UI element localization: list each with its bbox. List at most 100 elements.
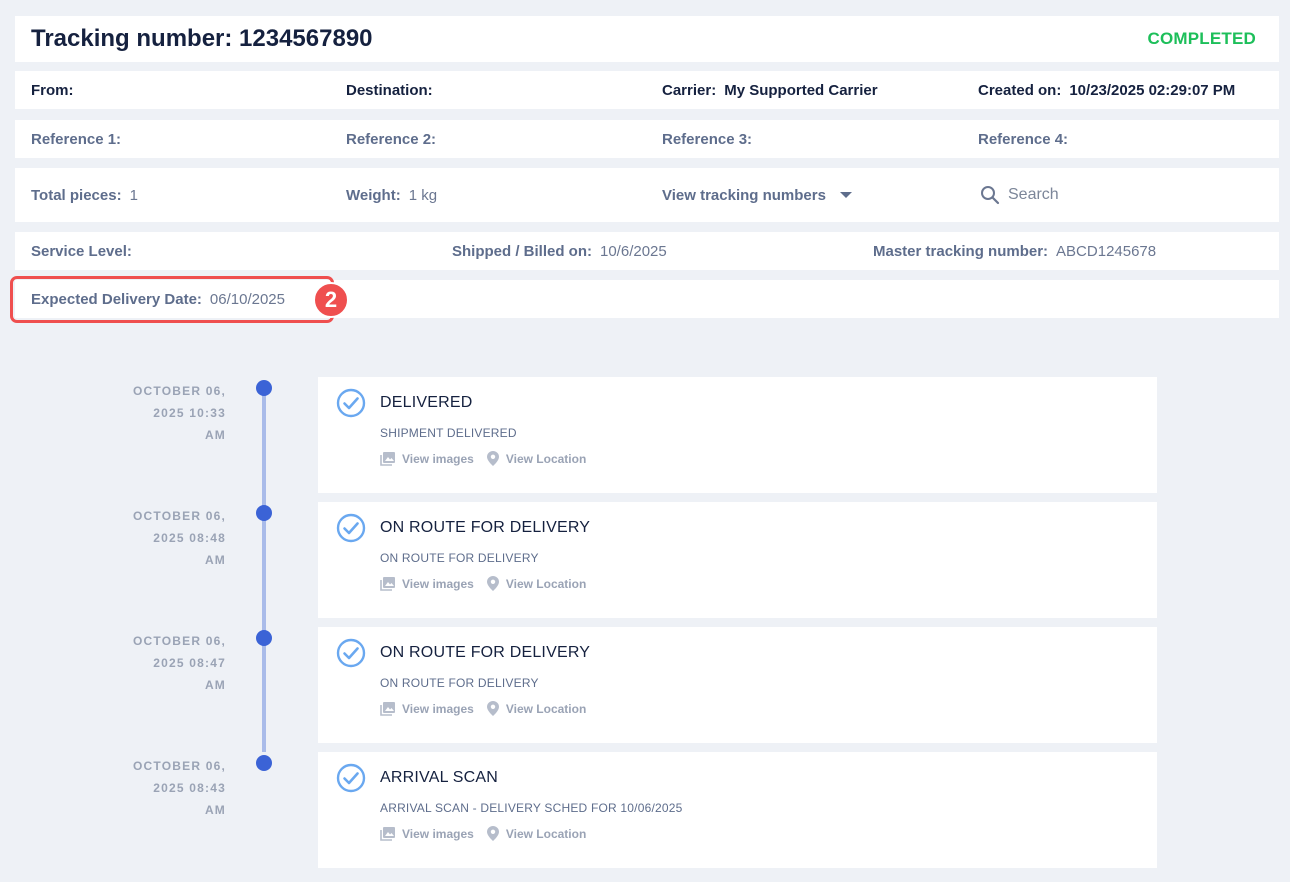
search-input[interactable] [1008, 186, 1228, 204]
event-date: OCTOBER 06, 2025 08:47 AM [86, 630, 226, 696]
tracking-header: Tracking number: 1234567890 COMPLETED [15, 16, 1279, 62]
location-pin-icon [486, 701, 499, 716]
master-tracking-value: ABCD1245678 [1056, 242, 1157, 260]
page-title: Tracking number: 1234567890 [31, 25, 373, 52]
view-images-label: View images [402, 826, 474, 841]
check-circle-icon [336, 513, 366, 543]
images-icon [380, 701, 395, 716]
event-description: ON ROUTE FOR DELIVERY [380, 551, 539, 565]
timeline-event: OCTOBER 06, 2025 10:33 AM DELIVERED SHIP… [0, 377, 1290, 493]
created-on-label: Created on: [978, 81, 1062, 99]
check-circle-icon [336, 763, 366, 793]
event-date: OCTOBER 06, 2025 08:43 AM [86, 755, 226, 821]
from-label: From: [31, 81, 74, 99]
event-date-line: 2025 10:33 [153, 406, 226, 420]
view-location-link[interactable]: View Location [486, 701, 587, 716]
shipment-info-row: From: Destination: Carrier: My Supported… [15, 71, 1279, 109]
status-badge: COMPLETED [1147, 29, 1256, 48]
total-pieces-field: Total pieces: 1 [31, 168, 138, 222]
destination-field: Destination: [346, 71, 441, 109]
view-location-link[interactable]: View Location [486, 826, 587, 841]
view-location-link[interactable]: View Location [486, 451, 587, 466]
view-images-link[interactable]: View images [380, 451, 474, 466]
event-date: OCTOBER 06, 2025 08:48 AM [86, 505, 226, 571]
reference-2-field: Reference 2: [346, 120, 444, 158]
timeline-dot [256, 380, 272, 396]
check-circle-icon [336, 638, 366, 668]
carrier-label: Carrier: [662, 81, 717, 99]
event-card: ON ROUTE FOR DELIVERY ON ROUTE FOR DELIV… [318, 502, 1157, 618]
service-level-label: Service Level: [31, 242, 132, 260]
view-location-label: View Location [505, 826, 587, 841]
service-level-field: Service Level: [31, 232, 140, 270]
created-on-value: 10/23/2025 02:29:07 PM [1069, 81, 1236, 99]
event-description: SHIPMENT DELIVERED [380, 426, 517, 440]
reference-4-field: Reference 4: [978, 120, 1076, 158]
from-field: From: [31, 71, 82, 109]
annotation-number-badge: 2 [313, 282, 349, 318]
search-icon [981, 186, 1000, 205]
event-links: View images View Location [380, 451, 599, 466]
event-date-line: AM [204, 428, 226, 442]
images-icon [380, 576, 395, 591]
location-pin-icon [486, 451, 499, 466]
weight-label: Weight: [346, 186, 401, 204]
search-box[interactable] [980, 185, 1228, 205]
timeline-dot [256, 755, 272, 771]
event-date-line: AM [204, 678, 226, 692]
event-description: ON ROUTE FOR DELIVERY [380, 676, 539, 690]
view-location-label: View Location [505, 701, 587, 716]
caret-down-icon [839, 192, 852, 198]
view-location-label: View Location [505, 576, 587, 591]
view-images-link[interactable]: View images [380, 826, 474, 841]
shipped-billed-value: 10/6/2025 [600, 242, 667, 260]
check-circle-icon [336, 388, 366, 418]
reference-3-field: Reference 3: [662, 120, 760, 158]
reference-3-label: Reference 3: [662, 130, 753, 148]
reference-1-field: Reference 1: [31, 120, 129, 158]
event-date-line: 2025 08:43 [153, 781, 226, 795]
view-tracking-numbers-dropdown[interactable]: View tracking numbers [662, 187, 852, 204]
event-title: ON ROUTE FOR DELIVERY [380, 519, 591, 536]
event-date-line: OCTOBER 06, [133, 759, 226, 773]
view-location-link[interactable]: View Location [486, 576, 587, 591]
master-tracking-field: Master tracking number: ABCD1245678 [873, 232, 1156, 270]
event-links: View images View Location [380, 576, 599, 591]
timeline-event: OCTOBER 06, 2025 08:48 AM ON ROUTE FOR D… [0, 502, 1290, 618]
event-title: ON ROUTE FOR DELIVERY [380, 644, 591, 661]
view-images-label: View images [402, 701, 474, 716]
timeline-event: OCTOBER 06, 2025 08:47 AM ON ROUTE FOR D… [0, 627, 1290, 743]
event-date-line: OCTOBER 06, [133, 384, 226, 398]
carrier-field: Carrier: My Supported Carrier [662, 71, 878, 109]
event-date-line: 2025 08:48 [153, 531, 226, 545]
view-images-label: View images [402, 451, 474, 466]
event-date-line: AM [204, 553, 226, 567]
carrier-value: My Supported Carrier [724, 81, 878, 99]
search-field [980, 168, 1228, 222]
event-links: View images View Location [380, 701, 599, 716]
total-pieces-value: 1 [129, 186, 138, 204]
event-links: View images View Location [380, 826, 599, 841]
reference-1-label: Reference 1: [31, 130, 122, 148]
view-images-link[interactable]: View images [380, 576, 474, 591]
total-pieces-label: Total pieces: [31, 186, 122, 204]
event-card: DELIVERED SHIPMENT DELIVERED View images… [318, 377, 1157, 493]
view-images-link[interactable]: View images [380, 701, 474, 716]
tracking-numbers-dropdown-field: View tracking numbers [662, 168, 852, 222]
images-icon [380, 451, 395, 466]
weight-value: 1 kg [408, 186, 438, 204]
event-date-line: OCTOBER 06, [133, 634, 226, 648]
master-tracking-label: Master tracking number: [873, 242, 1049, 260]
service-row: Service Level: Shipped / Billed on: 10/6… [15, 232, 1279, 270]
location-pin-icon [486, 576, 499, 591]
references-row: Reference 1: Reference 2: Reference 3: R… [15, 120, 1279, 158]
event-date: OCTOBER 06, 2025 10:33 AM [86, 380, 226, 446]
event-title: DELIVERED [380, 394, 473, 411]
event-card: ARRIVAL SCAN ARRIVAL SCAN - DELIVERY SCH… [318, 752, 1157, 868]
reference-2-label: Reference 2: [346, 130, 437, 148]
timeline-dot [256, 630, 272, 646]
view-tracking-numbers-label: View tracking numbers [662, 186, 826, 204]
view-location-label: View Location [505, 451, 587, 466]
reference-4-label: Reference 4: [978, 130, 1069, 148]
shipped-billed-label: Shipped / Billed on: [452, 242, 592, 260]
